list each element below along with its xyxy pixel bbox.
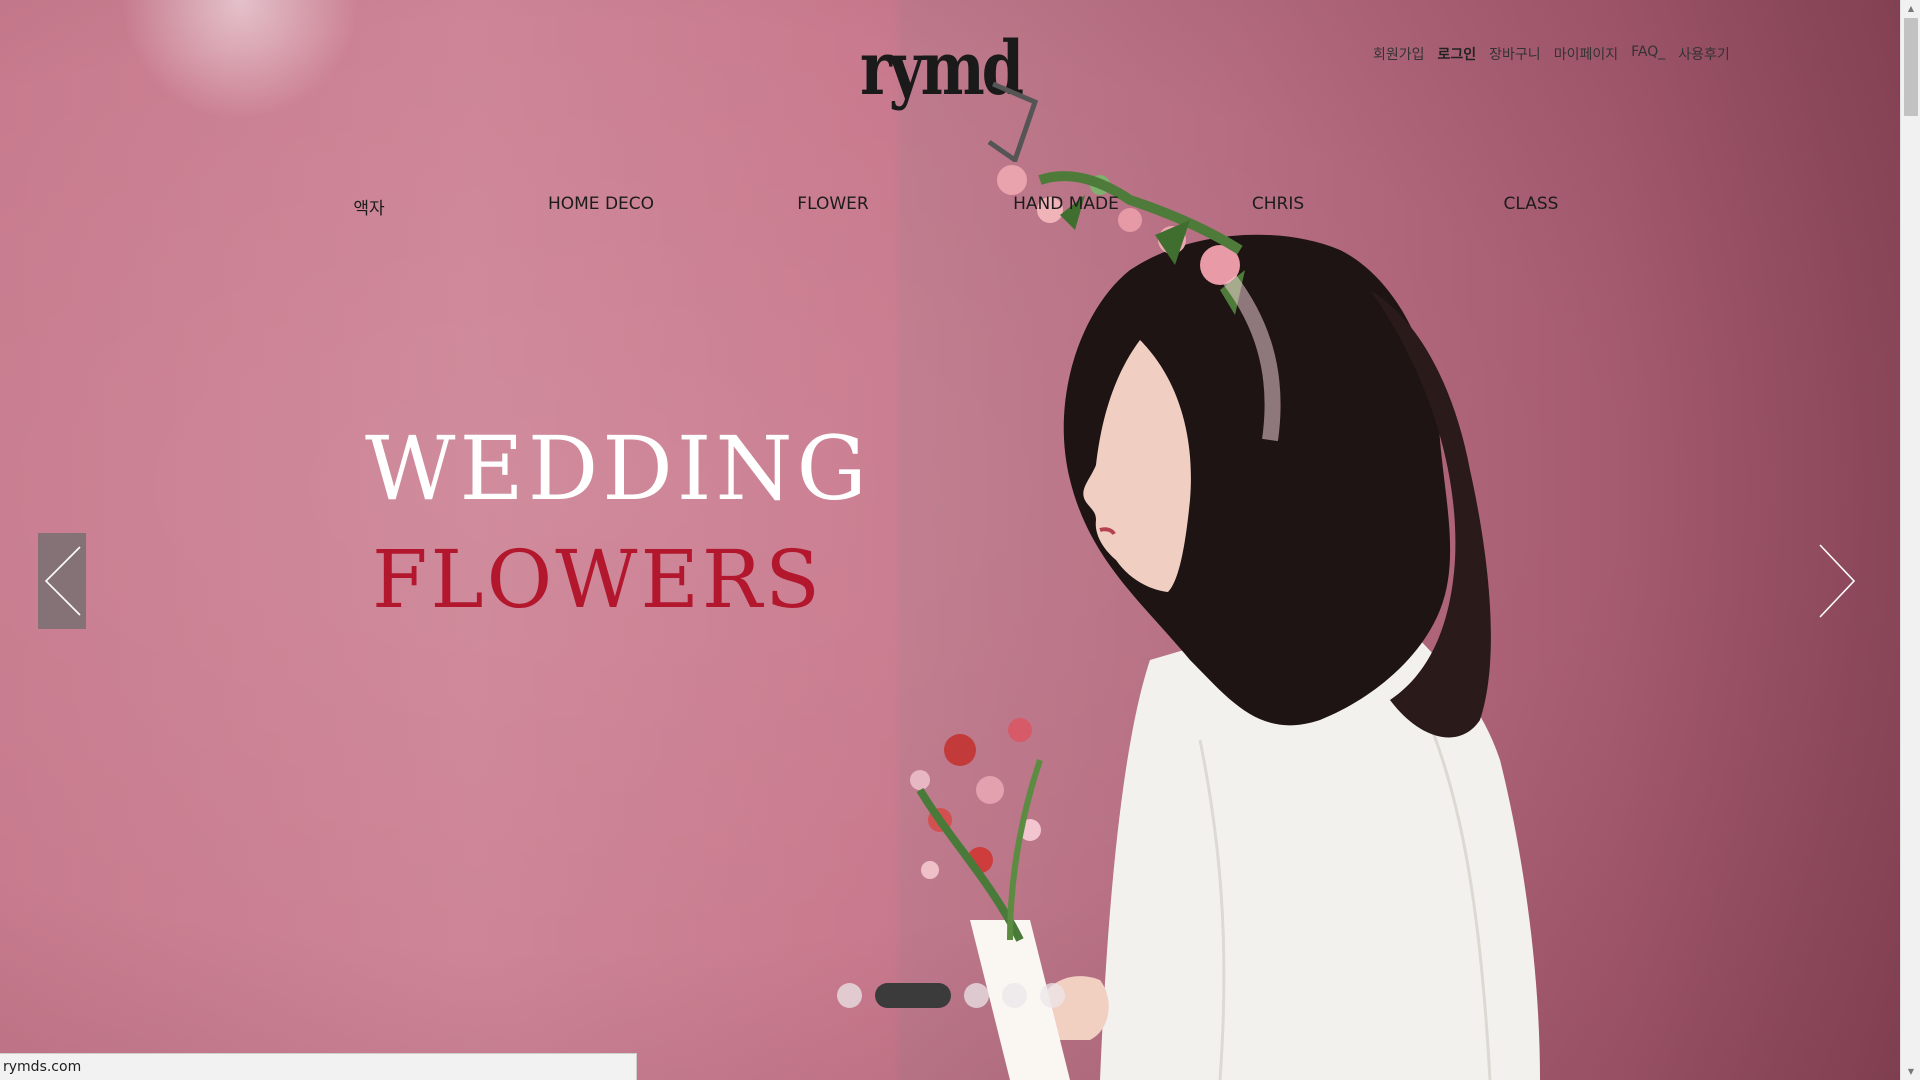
mypage-link[interactable]: 마이페이지 [1554, 44, 1618, 64]
slider-dot-3[interactable] [964, 983, 989, 1008]
reviews-link[interactable]: 사용후기 [1678, 44, 1730, 64]
login-link[interactable]: 로그인 [1438, 44, 1477, 64]
nav-item-christmas[interactable]: CHRIS [1252, 194, 1304, 214]
signup-link[interactable]: 회원가입 [1373, 44, 1425, 64]
chevron-left-icon [44, 546, 81, 616]
scrollbar-thumb[interactable] [1904, 18, 1918, 116]
slider-dot-1[interactable] [837, 983, 862, 1008]
faq-link[interactable]: FAQ_ [1631, 44, 1665, 64]
nav-item-home-deco[interactable]: HOME DECO [548, 194, 654, 214]
triangle-down-icon[interactable]: ▼ [1901, 1063, 1920, 1080]
vertical-scrollbar[interactable]: ▲ ▼ [1900, 0, 1920, 1080]
slider-dot-4[interactable] [1002, 983, 1027, 1008]
nav-item-class[interactable]: CLASS [1504, 194, 1559, 214]
logo-box-mark [987, 81, 1039, 162]
utility-links: 회원가입 로그인 장바구니 마이페이지 FAQ_ 사용후기 [1373, 44, 1730, 64]
site-logo[interactable]: rymd [860, 32, 1040, 167]
browser-status-bar: rymds.com [0, 1053, 637, 1080]
cart-link[interactable]: 장바구니 [1489, 44, 1541, 64]
slider-dot-5[interactable] [1040, 983, 1065, 1008]
hero-title-line2: FLOWERS [372, 533, 823, 626]
status-url: rymds.com [3, 1059, 82, 1075]
chevron-right-icon [1819, 544, 1856, 618]
nav-item-hand-made[interactable]: HAND MADE [1013, 194, 1119, 214]
slider-prev-button[interactable] [38, 533, 86, 629]
woman-with-bouquet-image [910, 165, 1540, 1080]
nav-item-frame[interactable]: 액자 [353, 194, 384, 219]
hero-title-line1: WEDDING [365, 417, 871, 520]
slider-pagination [837, 983, 1065, 1008]
nav-item-flower[interactable]: FLOWER [797, 194, 868, 214]
slider-dot-2-active[interactable] [875, 983, 951, 1008]
triangle-up-icon[interactable]: ▲ [1901, 0, 1920, 17]
slider-next-button[interactable] [1816, 543, 1858, 619]
